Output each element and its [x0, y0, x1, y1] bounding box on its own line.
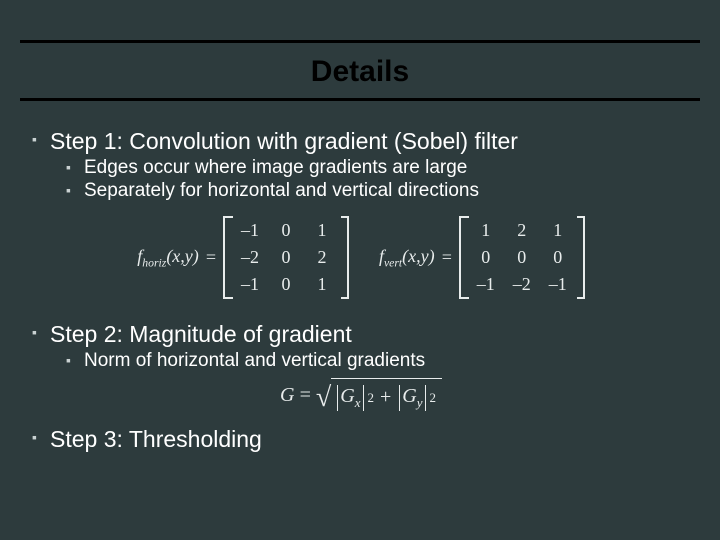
square-exp: 2: [368, 390, 375, 406]
step-2-heading: ▪ Step 2: Magnitude of gradient: [32, 321, 690, 348]
equals-sign: =: [298, 384, 312, 407]
step-1-sub-2: ▪ Separately for horizontal and vertical…: [66, 180, 690, 202]
cell: –1: [241, 274, 259, 295]
Gx-G: G: [340, 385, 354, 407]
magnitude-equation-row: G = √ Gx 2 + Gy 2: [32, 378, 690, 412]
horiz-matrix: –101 –202 –101: [223, 216, 349, 299]
Gy-G: G: [402, 385, 416, 407]
step-1-sub-1: ▪ Edges occur where image gradients are …: [66, 157, 690, 179]
square-exp: 2: [430, 390, 437, 406]
square-bullet-icon: ▪: [32, 128, 50, 150]
cell: 1: [477, 220, 495, 241]
left-bracket-icon: [459, 216, 469, 299]
step-2: ▪ Step 2: Magnitude of gradient ▪ Norm o…: [32, 321, 690, 412]
radical-icon: √: [316, 384, 331, 412]
vert-filter-equation: fvert(x,y) = 121 000 –1–2–1: [379, 216, 585, 299]
square-bullet-icon: ▪: [66, 180, 84, 201]
cell: –1: [549, 274, 567, 295]
step-2-sub-1: ▪ Norm of horizontal and vertical gradie…: [66, 350, 690, 372]
cell: 1: [549, 220, 567, 241]
top-horizontal-rule: [20, 40, 700, 43]
horiz-fn: fhoriz(x,y): [137, 246, 199, 270]
square-bullet-icon: ▪: [32, 321, 50, 343]
step-1: ▪ Step 1: Convolution with gradient (Sob…: [32, 128, 690, 299]
cell: 1: [313, 220, 331, 241]
slide-content: ▪ Step 1: Convolution with gradient (Sob…: [32, 128, 690, 461]
square-bullet-icon: ▪: [32, 426, 50, 448]
right-bracket-icon: [339, 216, 349, 299]
cell: –2: [513, 274, 531, 295]
radicand: Gx 2 + Gy 2: [331, 378, 442, 412]
fn-sub-vert: vert: [384, 256, 402, 269]
step-3: ▪ Step 3: Thresholding: [32, 426, 690, 453]
equals-sign: =: [205, 247, 217, 268]
title-underline-rule: [20, 98, 700, 101]
cell: –1: [477, 274, 495, 295]
left-bracket-icon: [223, 216, 233, 299]
abs-Gx: Gx: [337, 385, 363, 411]
Gx-sub: x: [355, 395, 361, 410]
abs-Gy: Gy: [399, 385, 425, 411]
cell: –2: [241, 247, 259, 268]
cell: 0: [513, 247, 531, 268]
fn-args: (x,y): [402, 246, 434, 266]
equals-sign: =: [441, 247, 453, 268]
cell: –1: [241, 220, 259, 241]
step-3-label: Step 3: Thresholding: [50, 426, 262, 453]
cell: 2: [513, 220, 531, 241]
cell: 0: [277, 274, 295, 295]
step-1-label: Step 1: Convolution with gradient (Sobel…: [50, 128, 518, 155]
step-2-label: Step 2: Magnitude of gradient: [50, 321, 352, 348]
cell: 0: [277, 247, 295, 268]
cell: 2: [313, 247, 331, 268]
step-1-sub-1-text: Edges occur where image gradients are la…: [84, 157, 467, 179]
plus-sign: +: [376, 386, 395, 409]
square-bullet-icon: ▪: [66, 350, 84, 371]
cell: 1: [313, 274, 331, 295]
slide-title: Details: [0, 55, 720, 89]
magnitude-equation: G = √ Gx 2 + Gy 2: [280, 378, 442, 412]
step-1-heading: ▪ Step 1: Convolution with gradient (Sob…: [32, 128, 690, 155]
fn-args: (x,y): [166, 246, 198, 266]
vert-fn: fvert(x,y): [379, 246, 435, 270]
vert-matrix: 121 000 –1–2–1: [459, 216, 585, 299]
horiz-filter-equation: fhoriz(x,y) = –101 –202 –101: [137, 216, 349, 299]
square-bullet-icon: ▪: [66, 157, 84, 178]
sqrt-icon: √ Gx 2 + Gy 2: [316, 378, 442, 412]
cell: 0: [549, 247, 567, 268]
cell: 0: [477, 247, 495, 268]
right-bracket-icon: [575, 216, 585, 299]
Gy-sub: y: [417, 395, 423, 410]
horiz-matrix-grid: –101 –202 –101: [233, 216, 339, 299]
mag-G: G: [280, 384, 294, 407]
step-2-sub-1-text: Norm of horizontal and vertical gradient…: [84, 350, 425, 372]
fn-sub-horiz: horiz: [142, 256, 166, 269]
sobel-filters-row: fhoriz(x,y) = –101 –202 –101 fvert(x,y): [32, 216, 690, 299]
cell: 0: [277, 220, 295, 241]
step-3-heading: ▪ Step 3: Thresholding: [32, 426, 690, 453]
vert-matrix-grid: 121 000 –1–2–1: [469, 216, 575, 299]
step-1-sub-2-text: Separately for horizontal and vertical d…: [84, 180, 479, 202]
